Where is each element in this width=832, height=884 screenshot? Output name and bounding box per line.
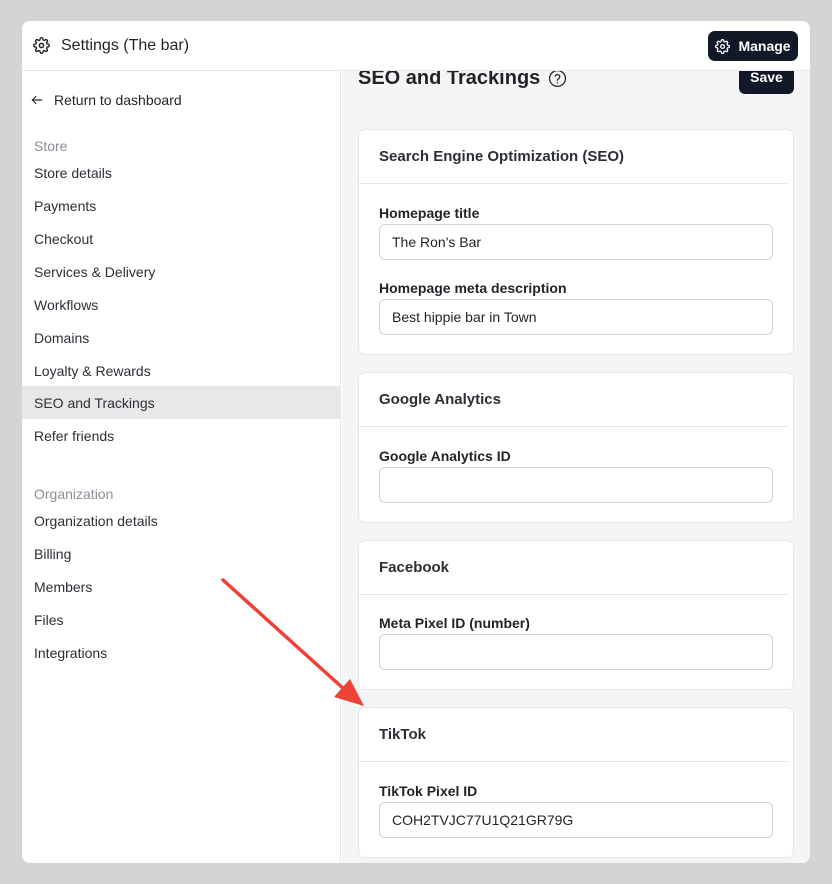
tiktok-card: TikTok TikTok Pixel ID (358, 707, 794, 858)
return-to-dashboard-label: Return to dashboard (54, 92, 182, 108)
section-label-store: Store (34, 138, 68, 154)
sidebar-item-workflows[interactable]: Workflows (22, 288, 341, 321)
homepage-meta-description-input[interactable] (379, 299, 773, 335)
tiktok-pixel-id-label: TikTok Pixel ID (379, 783, 478, 799)
google-analytics-card: Google Analytics Google Analytics ID (358, 372, 794, 523)
manage-button-label: Manage (738, 38, 791, 54)
meta-pixel-id-label: Meta Pixel ID (number) (379, 615, 530, 631)
arrow-left-icon (31, 95, 43, 105)
google-analytics-id-input[interactable] (379, 467, 773, 503)
homepage-meta-description-label: Homepage meta description (379, 280, 567, 296)
sidebar-item-services-delivery[interactable]: Services & Delivery (22, 255, 341, 288)
sidebar-item-files[interactable]: Files (22, 603, 341, 636)
homepage-title-label: Homepage title (379, 205, 480, 221)
google-analytics-card-header: Google Analytics (359, 373, 789, 427)
main-content[interactable]: SEO and Trackings Save Search Engine Opt… (342, 71, 810, 863)
help-circle-icon[interactable] (548, 71, 567, 88)
sidebar-item-store-details[interactable]: Store details (22, 156, 341, 189)
google-analytics-id-label: Google Analytics ID (379, 448, 511, 464)
manage-button[interactable]: Manage (708, 31, 798, 61)
page-title-text: SEO and Trackings (358, 71, 541, 89)
seo-card: Search Engine Optimization (SEO) Homepag… (358, 129, 794, 355)
tiktok-pixel-id-input[interactable] (379, 802, 773, 838)
return-to-dashboard-link[interactable]: Return to dashboard (30, 92, 182, 108)
seo-card-header: Search Engine Optimization (SEO) (359, 130, 789, 184)
top-bar: Settings (The bar) Manage (22, 21, 810, 71)
sidebar-item-payments[interactable]: Payments (22, 189, 341, 222)
sidebar-item-billing[interactable]: Billing (22, 537, 341, 570)
facebook-card: Facebook Meta Pixel ID (number) (358, 540, 794, 690)
tiktok-card-header: TikTok (359, 708, 789, 762)
section-label-organization: Organization (34, 486, 114, 502)
sidebar-item-integrations[interactable]: Integrations (22, 636, 341, 669)
gear-icon (715, 38, 731, 54)
page-title: SEO and Trackings (358, 71, 567, 90)
settings-window: Settings (The bar) Manage Return to dash… (22, 21, 810, 863)
gear-icon (33, 37, 50, 54)
sidebar-item-loyalty-rewards[interactable]: Loyalty & Rewards (22, 354, 341, 387)
homepage-title-input[interactable] (379, 224, 773, 260)
sidebar-item-domains[interactable]: Domains (22, 321, 341, 354)
window-title: Settings (The bar) (61, 37, 190, 54)
facebook-card-header: Facebook (359, 541, 789, 595)
sidebar-item-organization-details[interactable]: Organization details (22, 504, 341, 537)
meta-pixel-id-input[interactable] (379, 634, 773, 670)
sidebar-item-checkout[interactable]: Checkout (22, 222, 341, 255)
sidebar-item-refer-friends[interactable]: Refer friends (22, 419, 341, 452)
settings-sidebar: Return to dashboard Store Store details … (22, 71, 341, 863)
save-button[interactable]: Save (739, 71, 794, 94)
sidebar-item-seo-trackings[interactable]: SEO and Trackings (22, 386, 341, 419)
sidebar-item-members[interactable]: Members (22, 570, 341, 603)
